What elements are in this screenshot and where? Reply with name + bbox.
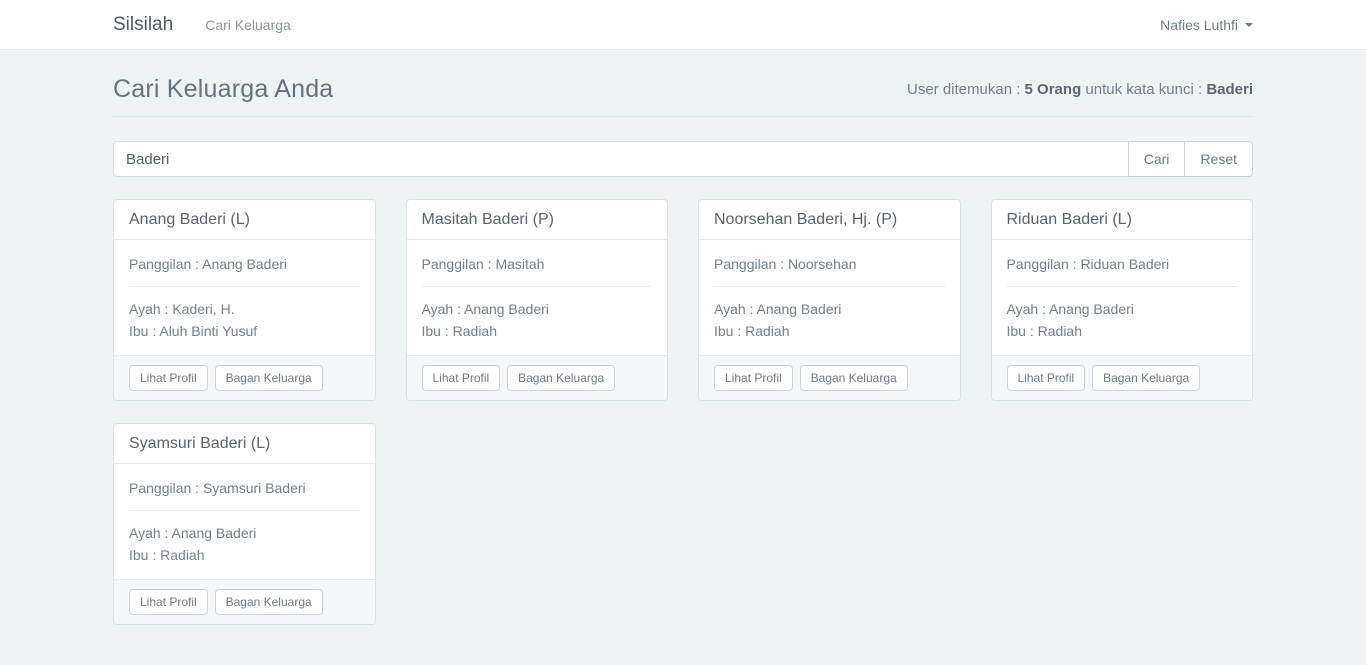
person-card-title: Masitah Baderi (P) [407, 200, 668, 240]
person-card-title: Noorsehan Baderi, Hj. (P) [699, 200, 960, 240]
navbar: Silsilah Cari Keluarga Nafies Luthfi [0, 0, 1366, 50]
bagan-keluarga-button[interactable]: Bagan Keluarga [215, 589, 323, 615]
bagan-keluarga-button[interactable]: Bagan Keluarga [1092, 365, 1200, 391]
cari-button[interactable]: Cari [1128, 141, 1186, 177]
person-father: Ayah : Anang Baderi [129, 522, 360, 544]
person-card-body: Panggilan : Syamsuri Baderi Ayah : Anang… [114, 464, 375, 579]
person-card-footer: Lihat Profil Bagan Keluarga [699, 355, 960, 400]
search-form: Cari Reset [113, 141, 1253, 177]
person-nickname: Panggilan : Noorsehan [714, 253, 945, 275]
results-grid: Anang Baderi (L) Panggilan : Anang Bader… [113, 199, 1253, 665]
person-card-footer: Lihat Profil Bagan Keluarga [114, 355, 375, 400]
summary-keyword: Baderi [1206, 81, 1253, 98]
person-card: Syamsuri Baderi (L) Panggilan : Syamsuri… [113, 423, 376, 625]
person-mother: Ibu : Radiah [714, 320, 945, 342]
bagan-keluarga-button[interactable]: Bagan Keluarga [800, 365, 908, 391]
person-mother: Ibu : Radiah [1007, 320, 1238, 342]
divider [129, 510, 360, 511]
bagan-keluarga-button[interactable]: Bagan Keluarga [507, 365, 615, 391]
nav-item-cari-keluarga[interactable]: Cari Keluarga [205, 17, 291, 33]
page-title: Cari Keluarga Anda [113, 75, 333, 104]
lihat-profil-button[interactable]: Lihat Profil [422, 365, 501, 391]
person-card-body: Panggilan : Anang Baderi Ayah : Kaderi, … [114, 240, 375, 355]
user-menu-label: Nafies Luthfi [1160, 17, 1238, 33]
divider [1007, 286, 1238, 287]
person-card: Masitah Baderi (P) Panggilan : Masitah A… [406, 199, 669, 401]
lihat-profil-button[interactable]: Lihat Profil [1007, 365, 1086, 391]
reset-button[interactable]: Reset [1184, 141, 1253, 177]
bagan-keluarga-button[interactable]: Bagan Keluarga [215, 365, 323, 391]
main-content: Cari Keluarga Anda User ditemukan : 5 Or… [0, 50, 1366, 665]
person-father: Ayah : Anang Baderi [1007, 298, 1238, 320]
brand-logo[interactable]: Silsilah [113, 14, 173, 36]
lihat-profil-button[interactable]: Lihat Profil [129, 365, 208, 391]
person-father: Ayah : Anang Baderi [422, 298, 653, 320]
page-header: Cari Keluarga Anda User ditemukan : 5 Or… [113, 50, 1253, 117]
person-card-title: Anang Baderi (L) [114, 200, 375, 240]
person-nickname: Panggilan : Anang Baderi [129, 253, 360, 275]
person-father: Ayah : Kaderi, H. [129, 298, 360, 320]
person-card-title: Syamsuri Baderi (L) [114, 424, 375, 464]
caret-down-icon [1245, 23, 1253, 27]
divider [422, 286, 653, 287]
person-father: Ayah : Anang Baderi [714, 298, 945, 320]
person-mother: Ibu : Radiah [422, 320, 653, 342]
search-result-summary: User ditemukan : 5 Orang untuk kata kunc… [907, 81, 1253, 98]
person-card-footer: Lihat Profil Bagan Keluarga [407, 355, 668, 400]
person-card-body: Panggilan : Riduan Baderi Ayah : Anang B… [992, 240, 1253, 355]
person-card-body: Panggilan : Masitah Ayah : Anang Baderi … [407, 240, 668, 355]
person-card: Noorsehan Baderi, Hj. (P) Panggilan : No… [698, 199, 961, 401]
person-mother: Ibu : Radiah [129, 544, 360, 566]
lihat-profil-button[interactable]: Lihat Profil [129, 589, 208, 615]
person-card-footer: Lihat Profil Bagan Keluarga [992, 355, 1253, 400]
person-nickname: Panggilan : Masitah [422, 253, 653, 275]
person-card: Riduan Baderi (L) Panggilan : Riduan Bad… [991, 199, 1254, 401]
person-card-title: Riduan Baderi (L) [992, 200, 1253, 240]
summary-prefix: User ditemukan : [907, 81, 1025, 98]
summary-middle: untuk kata kunci : [1081, 81, 1206, 98]
person-card-body: Panggilan : Noorsehan Ayah : Anang Bader… [699, 240, 960, 355]
search-input[interactable] [113, 141, 1129, 177]
lihat-profil-button[interactable]: Lihat Profil [714, 365, 793, 391]
divider [129, 286, 360, 287]
person-nickname: Panggilan : Riduan Baderi [1007, 253, 1238, 275]
person-card-footer: Lihat Profil Bagan Keluarga [114, 579, 375, 624]
user-menu-dropdown[interactable]: Nafies Luthfi [1160, 17, 1253, 33]
person-mother: Ibu : Aluh Binti Yusuf [129, 320, 360, 342]
divider [714, 286, 945, 287]
summary-count: 5 Orang [1025, 81, 1082, 98]
person-nickname: Panggilan : Syamsuri Baderi [129, 477, 360, 499]
person-card: Anang Baderi (L) Panggilan : Anang Bader… [113, 199, 376, 401]
